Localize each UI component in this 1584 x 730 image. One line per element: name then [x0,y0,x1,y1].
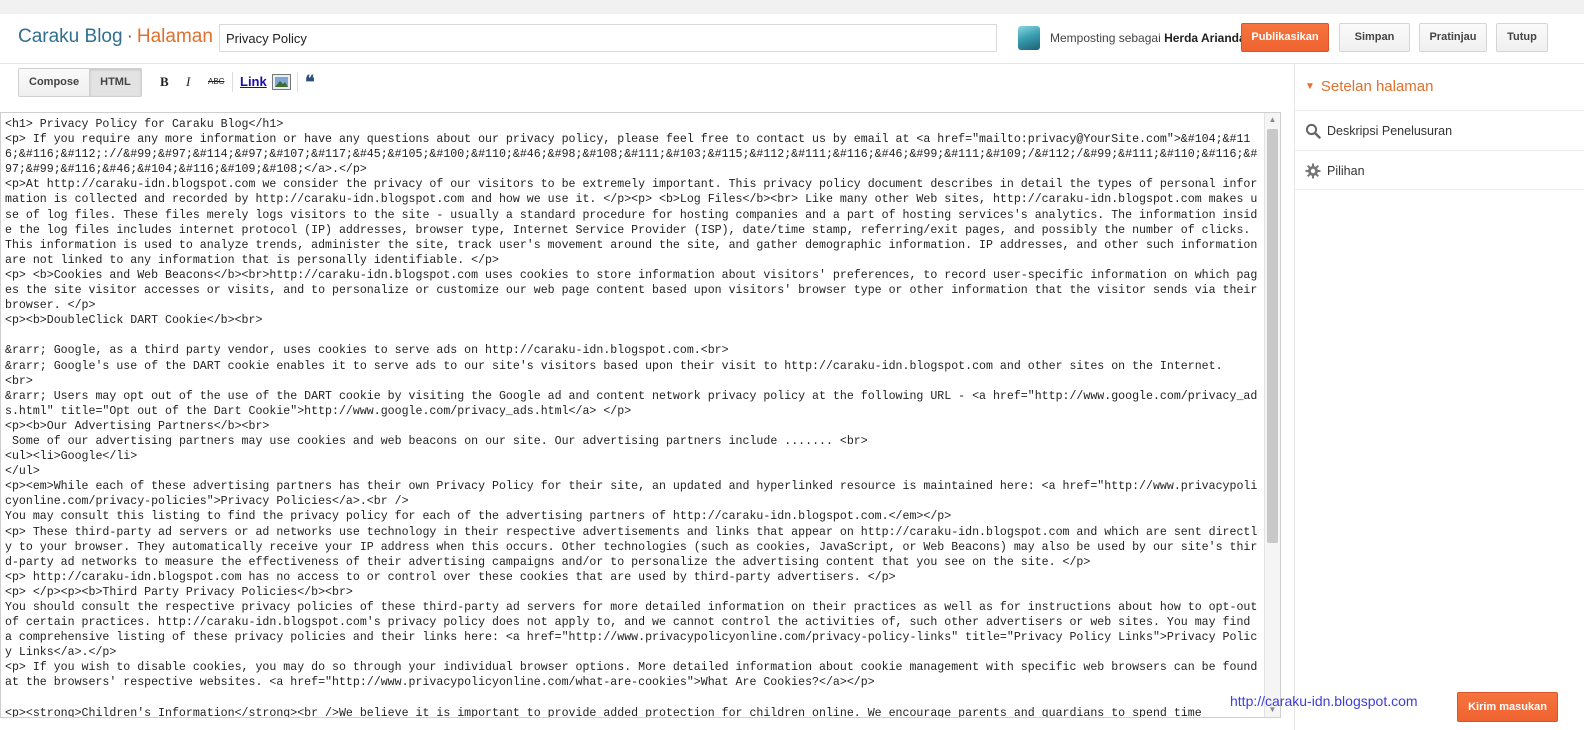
publish-button[interactable]: Publikasikan [1241,23,1329,52]
image-icon [272,74,291,90]
mode-switch: Compose HTML [18,68,142,97]
scroll-up-icon[interactable]: ▲ [1265,113,1280,127]
page-title-input[interactable] [219,24,997,52]
breadcrumb: Caraku Blog · Halaman [18,26,213,48]
page-settings-title: Setelan halaman [1320,78,1434,95]
posting-as-prefix: Memposting sebagai [1050,31,1161,45]
editor-toolbar: Compose HTML B I ABC Link ❝ [0,64,1294,112]
blog-name-link[interactable]: Caraku Blog [18,26,123,47]
html-mode-button[interactable]: HTML [89,69,141,96]
watermark-text: http://caraku-idn.blogspot.com [1230,693,1418,709]
strikethrough-button[interactable]: ABC [208,72,224,92]
send-feedback-button[interactable]: Kirim masukan [1457,692,1558,722]
save-button[interactable]: Simpan [1339,23,1410,52]
avatar [1018,26,1040,50]
toolbar-divider [297,72,298,92]
bold-button[interactable]: B [160,72,169,92]
editor-header: Caraku Blog·Halaman Memposting sebagai H… [0,14,1584,64]
page-settings-sidebar: ▼ Setelan halaman Deskripsi Penelusuran P… [1294,64,1584,730]
preview-button[interactable]: Pratinjau [1419,23,1487,52]
caret-down-icon: ▼ [1305,81,1315,92]
image-button[interactable] [272,72,291,92]
close-button[interactable]: Tutup [1496,23,1548,52]
sidebar-item-options[interactable]: Pilihan [1295,150,1584,190]
gear-icon [1305,163,1321,179]
quote-button[interactable]: ❝ [305,72,315,92]
html-editor[interactable]: <h1> Privacy Policy for Caraku Blog</h1>… [0,112,1281,718]
link-button[interactable]: Link [240,72,267,92]
editor-scrollbar[interactable]: ▲ ▼ [1264,113,1280,717]
italic-button[interactable]: I [186,72,190,92]
sidebar-item-label: Deskripsi Penelusuran [1327,124,1453,138]
html-editor-content[interactable]: <h1> Privacy Policy for Caraku Blog</h1>… [5,117,1263,717]
posting-as-user: Herda Arianda [1164,31,1246,45]
sidebar-item-label: Pilihan [1327,164,1365,178]
section-label: Halaman [136,26,213,47]
posting-as-label: Memposting sebagai Herda Arianda [1050,31,1246,45]
sidebar-item-search-description[interactable]: Deskripsi Penelusuran [1295,110,1584,150]
compose-mode-button[interactable]: Compose [19,69,90,96]
search-icon [1305,123,1321,139]
scrollbar-thumb[interactable] [1267,129,1278,543]
top-strip [0,0,1584,14]
toolbar-divider [232,72,233,92]
breadcrumb-separator: · [126,26,133,47]
page-settings-heading[interactable]: ▼ Setelan halaman [1305,78,1434,95]
